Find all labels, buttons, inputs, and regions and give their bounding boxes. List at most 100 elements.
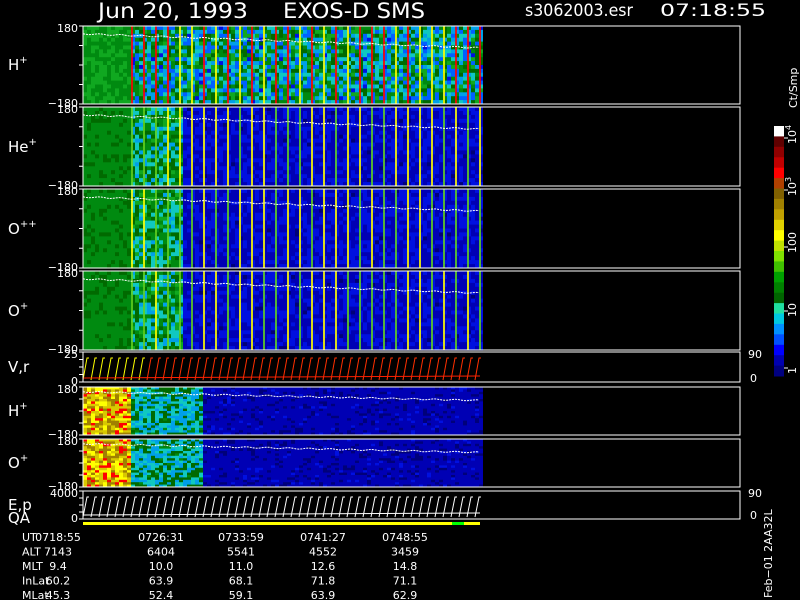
spectrogram-cell — [147, 216, 151, 222]
spectrogram-cell — [107, 96, 111, 101]
spectrogram-cell — [267, 96, 271, 101]
spectrogram-cell — [211, 80, 215, 85]
spectrogram-cell — [199, 111, 203, 116]
spectrogram-cell — [295, 33, 299, 39]
spectrogram-cell — [411, 107, 415, 112]
spectrogram-cell — [91, 72, 95, 78]
spectrogram-cell — [195, 232, 199, 237]
spectrogram-cell — [91, 84, 95, 89]
spectrogram-cell — [435, 76, 439, 82]
spectrogram-cell — [103, 162, 107, 167]
spectrogram-cell — [367, 80, 371, 85]
spectrogram-cell — [83, 142, 87, 148]
spectrogram-cell — [411, 111, 415, 116]
spectrogram-cell — [459, 84, 463, 89]
spectrogram-cell — [303, 174, 307, 179]
spectrogram-cell — [231, 45, 235, 50]
spectrogram-cell — [119, 224, 123, 230]
spectrogram-cell — [343, 118, 347, 124]
spectrogram-cell — [151, 224, 155, 230]
spectrogram-cell — [159, 150, 163, 155]
spectrogram-cell — [399, 84, 403, 89]
spectrogram-cell — [211, 130, 215, 136]
spectrogram-cell — [403, 84, 407, 89]
spectrogram-cell — [183, 248, 187, 253]
spectrogram-cell — [423, 41, 427, 46]
spectrogram-cell — [283, 122, 287, 128]
spectrogram-cell — [295, 68, 299, 74]
spectrogram-cell — [199, 260, 203, 265]
spectrogram-cell — [303, 134, 307, 140]
spectrogram-cell — [211, 45, 215, 50]
spectrogram-cell — [399, 88, 403, 93]
spectrogram-cell — [99, 134, 103, 140]
spectrogram-cell — [107, 134, 111, 140]
spectrogram-cell — [163, 92, 167, 97]
spectrogram-cell — [283, 174, 287, 179]
spectrogram-cell — [111, 256, 115, 261]
spectrogram-cell — [231, 162, 235, 167]
spectrogram-cell — [95, 212, 99, 218]
spectrogram-cell — [159, 61, 163, 66]
spectrogram-cell — [247, 204, 251, 210]
spectrogram-cell — [463, 114, 467, 120]
spectrogram-cell — [219, 158, 223, 163]
spectrogram-cell — [207, 256, 211, 261]
spectrogram-cell — [363, 45, 367, 50]
spectrogram-cell — [243, 178, 247, 183]
spectrogram-cell — [471, 80, 475, 85]
spectrogram-cell — [187, 220, 191, 226]
spectrogram-cell — [199, 244, 203, 249]
spectrogram-cell — [83, 248, 87, 253]
spectrogram-cell — [463, 76, 467, 82]
spectrogram-cell — [119, 189, 123, 194]
spectrogram-cell — [207, 126, 211, 132]
spectrogram-cell — [367, 170, 371, 175]
spectrogram-cell — [243, 256, 247, 261]
spectrogram-cell — [119, 260, 123, 265]
spectrogram-cell — [451, 107, 455, 112]
spectrogram-cell — [387, 158, 391, 163]
spectrogram-cell — [199, 236, 203, 241]
spectrogram-cell — [391, 76, 395, 82]
spectrogram-cell — [199, 68, 203, 74]
spectrogram-cell — [415, 158, 419, 163]
spectrogram-cell — [291, 146, 295, 151]
spectrogram-cell — [99, 154, 103, 159]
spectrogram-cell — [247, 92, 251, 97]
spectrogram-cell — [271, 126, 275, 132]
spectrogram-cell — [107, 72, 111, 78]
spectrogram-cell — [187, 212, 191, 218]
spectrogram-cell — [379, 61, 383, 66]
spectrogram-cell — [111, 178, 115, 183]
spectrogram-cell — [267, 107, 271, 112]
spectrogram-cell — [235, 204, 239, 210]
spectrogram-cell — [103, 68, 107, 74]
spectrogram-cell — [175, 166, 179, 171]
spectrogram-cell — [135, 236, 139, 241]
spectrogram-cell — [243, 224, 247, 230]
spectrogram-cell — [83, 154, 87, 159]
spectrogram-cell — [343, 130, 347, 136]
spectrogram-cell — [103, 65, 107, 70]
spectrogram-cell — [331, 88, 335, 93]
spectrogram-cell — [211, 111, 215, 116]
spectrogram-cell — [99, 45, 103, 50]
spectrogram-cell — [119, 178, 123, 183]
spectrogram-cell — [295, 72, 299, 78]
spectrogram-cell — [139, 53, 143, 58]
spectrogram-cell — [415, 130, 419, 136]
spectrogram-cell — [459, 166, 463, 171]
spectrogram-cell — [163, 240, 167, 245]
spectrogram-cell — [175, 88, 179, 93]
spectrogram-cell — [91, 208, 95, 214]
spectrogram-cell — [175, 252, 179, 257]
spectrogram-cell — [91, 88, 95, 93]
spectrogram-cell — [159, 130, 163, 136]
spectrogram-cell — [439, 150, 443, 155]
spectrogram-cell — [295, 88, 299, 93]
spectrogram-cell — [183, 80, 187, 85]
spectrogram-cell — [423, 150, 427, 155]
spectrogram-cell — [355, 96, 359, 101]
spectrogram-cell — [91, 158, 95, 163]
